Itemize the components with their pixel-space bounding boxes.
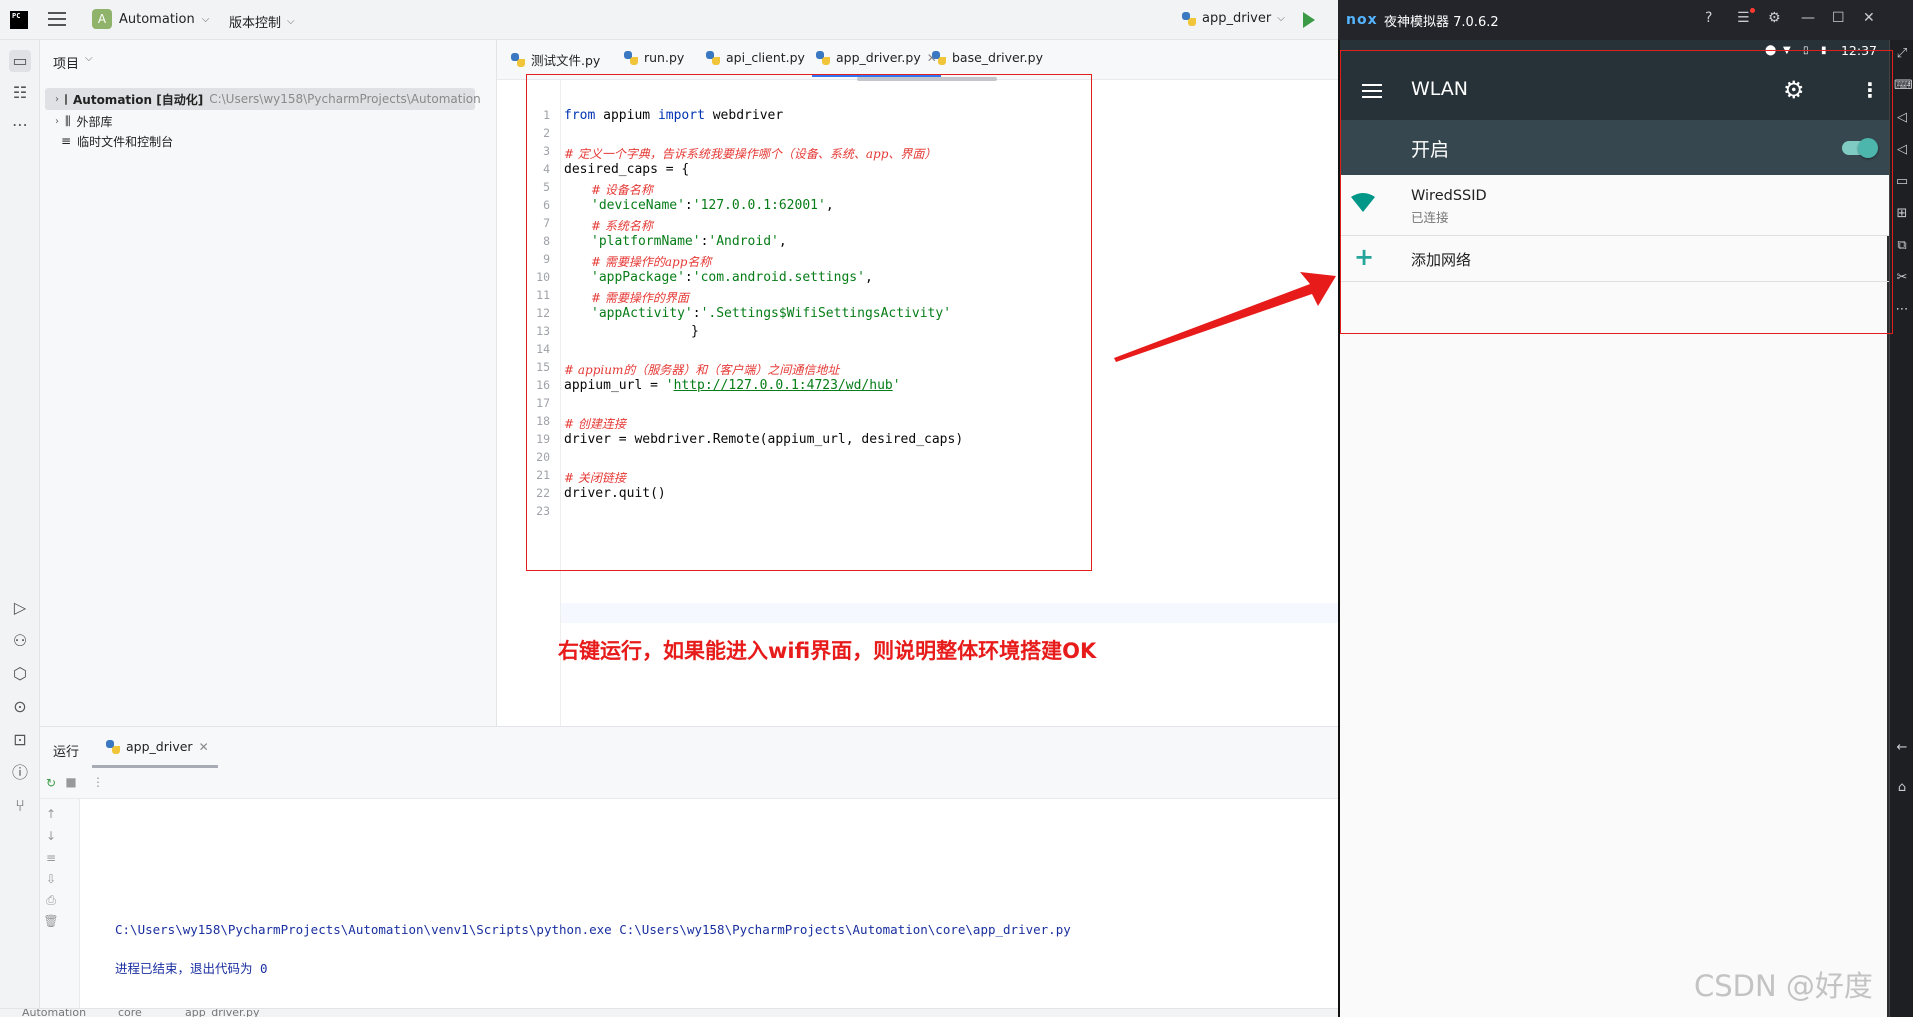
rerun-icon[interactable]: ↻	[43, 776, 59, 790]
highlight-box-wlan	[1340, 50, 1893, 334]
python-console-icon[interactable]: ⚇	[9, 630, 31, 652]
chevron-down-icon: ⌵	[85, 53, 93, 64]
add-apk-icon[interactable]: ⊞	[1894, 206, 1910, 222]
volume-down-icon[interactable]: ◁	[1894, 142, 1910, 158]
chevron-right-icon: ›	[55, 115, 59, 127]
tab-run[interactable]: run.py	[624, 50, 684, 65]
menu-icon[interactable]: ☰	[1737, 10, 1750, 26]
tab-test-file[interactable]: 测试文件.py	[511, 50, 600, 69]
more-icon[interactable]: ⋯	[1894, 302, 1910, 318]
more-tools-icon[interactable]: ⋯	[9, 114, 31, 136]
fullscreen-icon[interactable]: ⤢	[1894, 46, 1910, 62]
nox-title-bar: nox 夜神模拟器 7.0.6.2 ? ☰ ⚙ — ☐ ✕	[1338, 0, 1913, 40]
run-panel: 运行 app_driver ✕ ↻ ■ ⋮ ↑ ↓ ≡ ⇩ ⎙ 🗑 C:\Use…	[40, 726, 1338, 1009]
tree-item-scratches[interactable]: ≡ 临时文件和控制台	[61, 130, 173, 152]
left-tool-strip: ▭ ☷ ⋯ ▷ ⚇ ⬡ ⊙ ⊡ ⓘ ⑂	[0, 40, 40, 1017]
run-side-toolbar: ↑ ↓ ≡ ⇩ ⎙ 🗑	[40, 799, 80, 1009]
library-icon: ⫼	[65, 113, 71, 128]
git-icon[interactable]: ⑂	[9, 795, 31, 817]
tab-app-driver[interactable]: app_driver.py ✕	[812, 50, 941, 77]
console-exit-message: 进程已结束，退出代码为 0	[115, 961, 268, 976]
folder-icon	[65, 93, 67, 105]
python-file-icon	[706, 50, 720, 65]
arrow-down-icon[interactable]: ↓	[43, 829, 59, 843]
run-button[interactable]	[1303, 12, 1315, 28]
python-file-icon	[624, 50, 638, 65]
project-panel-title[interactable]: 项目 ⌵	[53, 53, 93, 72]
project-panel: 项目 ⌵ › Automation [自动化] C:\Users\wy158\P…	[40, 40, 497, 726]
tab-base-driver[interactable]: base_driver.py	[932, 50, 1043, 65]
keyboard-icon[interactable]: ⌨	[1894, 78, 1913, 94]
nox-title: 夜神模拟器 7.0.6.2	[1384, 15, 1499, 30]
ide-status-bar: Automation core app_driver.py	[0, 1008, 1338, 1017]
screen-icon[interactable]: ▭	[1894, 174, 1910, 190]
close-icon[interactable]: ✕	[199, 740, 209, 754]
project-folder-icon[interactable]: ▭	[9, 50, 31, 72]
back-icon[interactable]: ←	[1894, 740, 1910, 756]
breadcrumb-folder[interactable]: core	[118, 1009, 142, 1017]
terminal-icon[interactable]: ⊡	[9, 729, 31, 751]
maximize-icon[interactable]: ☐	[1832, 10, 1845, 26]
run-tab-indicator	[92, 765, 218, 768]
vcs-label: 版本控制	[229, 16, 282, 31]
arrow-up-icon[interactable]: ↑	[43, 807, 59, 821]
pycharm-logo: PC	[10, 11, 28, 29]
multi-instance-icon[interactable]: ⧉	[1894, 238, 1910, 254]
trash-icon[interactable]: 🗑	[43, 914, 59, 928]
volume-up-icon[interactable]: ◁	[1894, 110, 1910, 126]
chevron-right-icon: ›	[55, 93, 59, 105]
watermark: CSDN @好度	[1694, 969, 1873, 1003]
services-icon[interactable]: ⊙	[9, 696, 31, 718]
python-file-icon	[511, 52, 525, 67]
project-name: Automation	[119, 11, 195, 27]
red-arrow-icon	[1114, 272, 1336, 362]
chevron-down-icon: ⌵	[1277, 13, 1285, 24]
notification-dot	[1750, 8, 1755, 13]
help-icon[interactable]: ?	[1705, 10, 1712, 26]
problems-icon[interactable]: ⓘ	[9, 762, 31, 784]
run-panel-header: 运行 app_driver ✕	[40, 727, 1338, 769]
chevron-down-icon: ⌵	[201, 13, 210, 25]
highlight-box-code	[526, 74, 1092, 571]
structure-icon[interactable]: ☷	[9, 82, 31, 104]
chevron-down-icon: ⌵	[287, 16, 295, 27]
python-file-icon	[816, 50, 830, 65]
python-packages-icon[interactable]: ⬡	[9, 663, 31, 685]
minimize-icon[interactable]: —	[1801, 10, 1815, 26]
breadcrumb-file[interactable]: app_driver.py	[185, 1009, 260, 1017]
close-icon[interactable]: ✕	[1863, 10, 1875, 26]
run-tool-icon[interactable]: ▷	[9, 597, 31, 619]
console-command: C:\Users\wy158\PycharmProjects\Automatio…	[115, 922, 1071, 937]
annotation-text: 右键运行，如果能进入wifi界面，则说明整体环境搭建OK	[558, 639, 1097, 663]
tree-item-project-root[interactable]: › Automation [自动化] C:\Users\wy158\Pychar…	[45, 88, 481, 110]
scissors-icon[interactable]: ✂	[1894, 270, 1910, 286]
run-toolbar: ↻ ■ ⋮	[40, 769, 1338, 799]
run-config-name: app_driver	[1202, 11, 1272, 26]
scratches-icon: ≡	[61, 134, 72, 148]
stop-icon[interactable]: ■	[63, 775, 79, 789]
python-file-icon	[106, 739, 120, 754]
run-panel-title: 运行	[53, 745, 80, 760]
vcs-menu[interactable]: 版本控制 ⌵	[229, 12, 295, 31]
run-config-selector[interactable]: app_driver ⌵	[1182, 11, 1285, 26]
soft-wrap-icon[interactable]: ≡	[43, 851, 59, 865]
python-file-icon	[1182, 11, 1196, 26]
tab-api-client[interactable]: api_client.py	[706, 50, 805, 65]
run-tab-app-driver[interactable]: app_driver ✕	[106, 739, 209, 754]
home-icon[interactable]: ⌂	[1894, 780, 1910, 796]
main-menu-icon[interactable]	[48, 12, 66, 26]
nox-logo: nox	[1346, 12, 1378, 28]
ide-title-bar: PC A Automation ⌵ 版本控制 ⌵ app_driver ⌵	[0, 0, 1338, 40]
project-avatar: A	[92, 9, 112, 29]
project-switcher[interactable]: A Automation ⌵	[92, 9, 209, 29]
current-line-highlight	[561, 603, 1338, 623]
python-file-icon	[932, 50, 946, 65]
breadcrumb-project[interactable]: Automation	[22, 1009, 86, 1017]
print-icon[interactable]: ⎙	[43, 893, 59, 908]
tree-item-external-libs[interactable]: › ⫼ 外部库	[55, 110, 113, 132]
scroll-to-end-icon[interactable]: ⇩	[43, 872, 59, 886]
more-options-icon[interactable]: ⋮	[90, 775, 106, 789]
settings-icon[interactable]: ⚙	[1768, 10, 1781, 26]
